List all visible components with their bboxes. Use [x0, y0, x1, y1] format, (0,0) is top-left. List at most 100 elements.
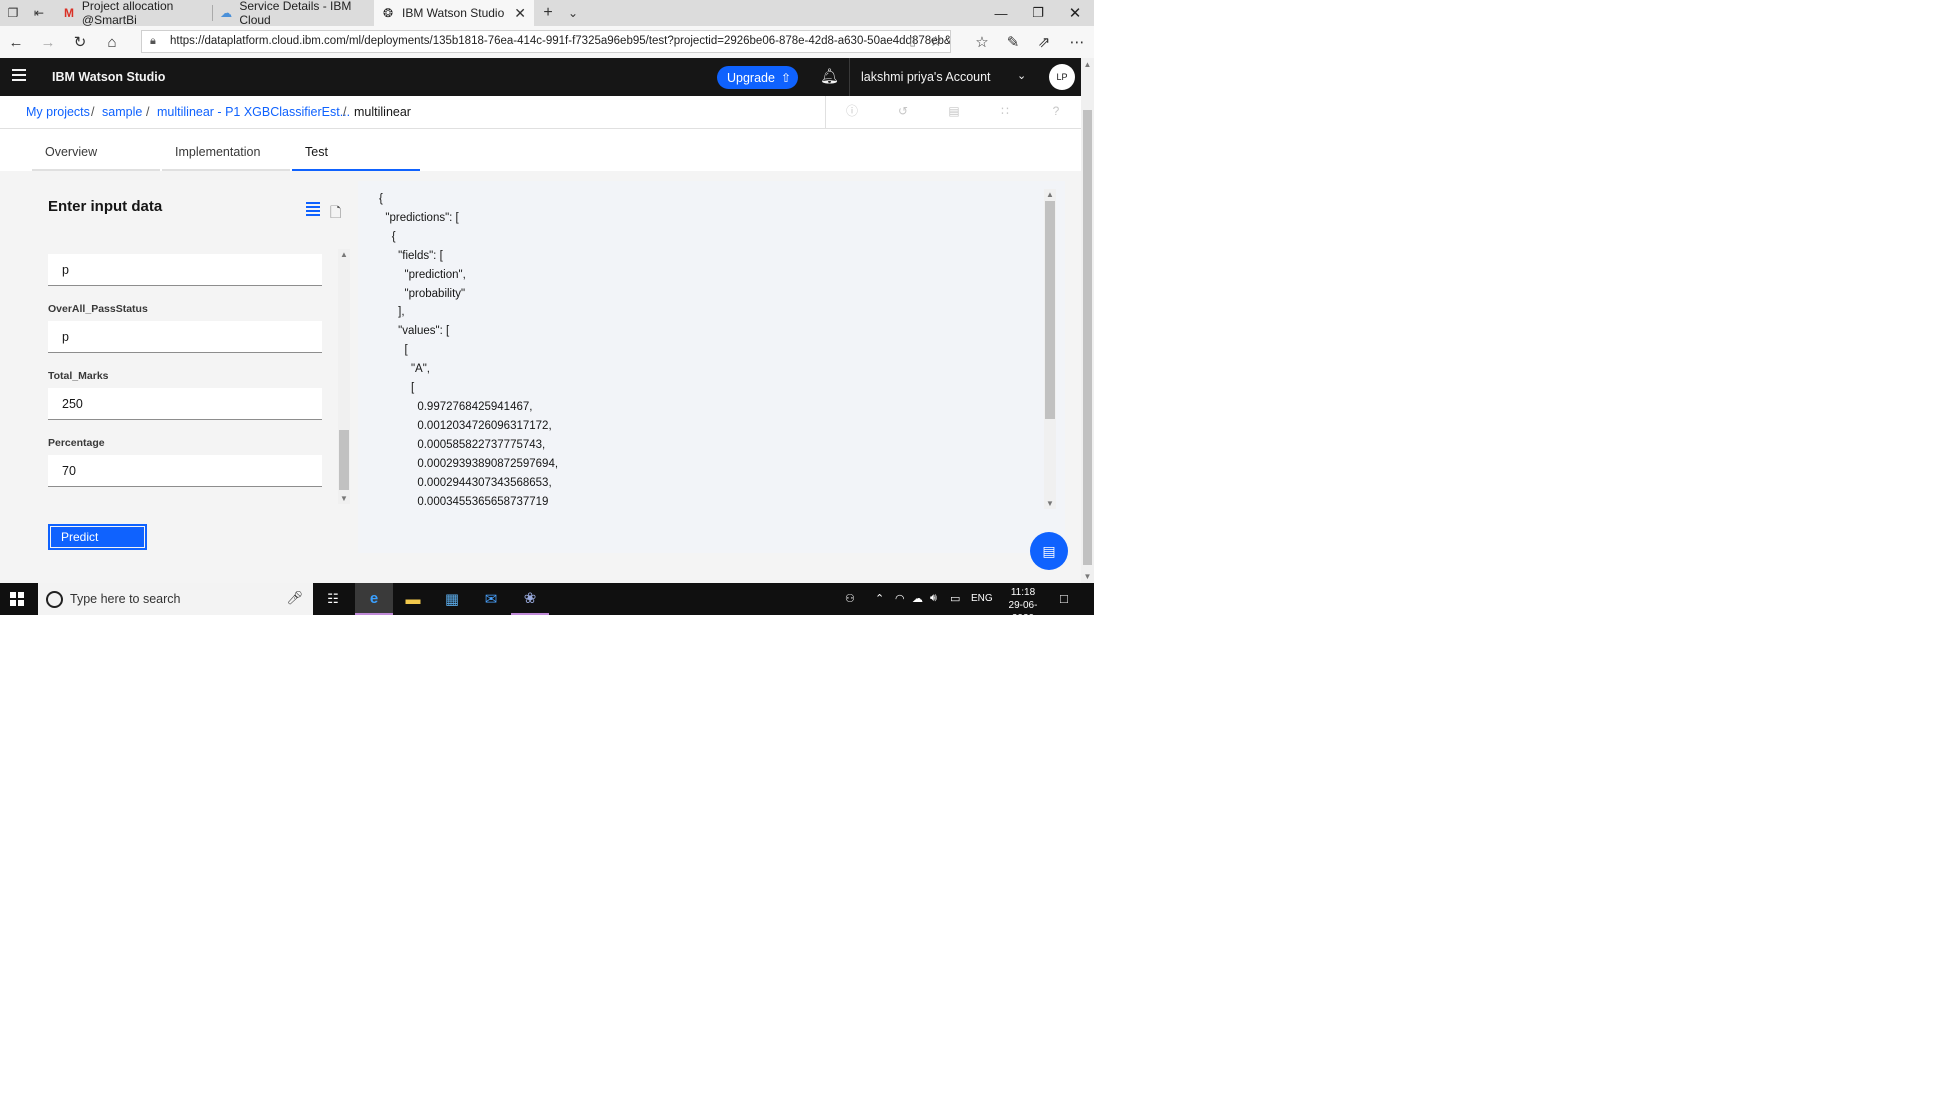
mail-icon[interactable]: ✉	[472, 583, 510, 615]
taskbar-clock[interactable]: 11:18 29-06-2020	[1000, 586, 1046, 615]
new-tab-icon[interactable]: +	[539, 4, 557, 22]
input-panel-title: Enter input data	[48, 198, 163, 215]
info-icon[interactable]: ⓘ	[845, 104, 859, 118]
field-label-percentage: Percentage	[48, 437, 105, 449]
watson-icon: ❂	[382, 6, 394, 20]
tab-overview[interactable]: Overview	[32, 129, 160, 171]
windows-start-icon[interactable]	[10, 592, 24, 606]
input-panel-scrollbar[interactable]: ▲ ▼	[338, 249, 350, 504]
upgrade-arrow-icon: ⇧	[780, 70, 792, 85]
back-icon[interactable]: ←	[5, 32, 27, 52]
wifi-icon[interactable]: ◠	[895, 592, 905, 605]
scroll-down-icon[interactable]: ▼	[338, 494, 350, 503]
browser-tab-watson-studio[interactable]: ❂ IBM Watson Studio ✕	[374, 0, 534, 26]
forward-icon[interactable]: →	[37, 32, 59, 52]
browser-tab-gmail[interactable]: M Project allocation @SmartBi	[56, 0, 212, 27]
input-field-1[interactable]: p	[48, 254, 322, 286]
language-indicator[interactable]: ENG	[971, 593, 993, 604]
json-file-icon[interactable]: 🗋︎	[330, 202, 341, 226]
paint-icon[interactable]: ❀	[511, 583, 549, 615]
hamburger-menu-icon[interactable]	[12, 69, 26, 81]
browser-toolbar: ← → ↻ ⌂ 🔒︎ https://dataplatform.cloud.ib…	[0, 26, 1094, 59]
breadcrumb-separator: /	[146, 105, 150, 119]
close-window-icon[interactable]: ✕	[1057, 0, 1093, 26]
scroll-down-icon[interactable]: ▼	[1081, 572, 1094, 581]
breadcrumb-separator: /	[91, 105, 95, 119]
minimize-icon[interactable]: —	[983, 0, 1019, 26]
form-view-icon[interactable]	[306, 202, 320, 216]
gmail-icon: M	[63, 6, 74, 20]
windows-taskbar: Type here to search 🎤︎ ☷ e ▬ ▦ ✉ ❀ ⚇ ⌃ ◠…	[0, 583, 1094, 615]
account-switcher[interactable]: lakshmi priya's Account	[861, 58, 991, 96]
file-explorer-icon[interactable]: ▬	[394, 583, 432, 615]
tab-test[interactable]: Test	[292, 129, 420, 171]
app-brand[interactable]: IBM Watson Studio	[52, 58, 165, 96]
reading-view-icon[interactable]: ▯	[909, 31, 916, 52]
more-icon[interactable]: ⋯	[1066, 32, 1088, 52]
share-icon[interactable]: ⇗	[1033, 32, 1055, 52]
predict-button[interactable]: Predict	[48, 524, 147, 550]
battery-icon[interactable]: ▭	[950, 592, 960, 605]
page-scrollbar[interactable]: ▲ ▼	[1081, 58, 1094, 583]
header-divider	[849, 58, 850, 96]
pen-icon[interactable]: ✎	[1002, 32, 1024, 52]
notifications-bell-icon[interactable]: 🔔︎	[820, 67, 839, 85]
favorites-list-icon[interactable]: ☆	[971, 32, 993, 52]
scrollbar-thumb[interactable]	[1083, 110, 1092, 565]
breadcrumb: My projects / sample / multilinear - P1 …	[0, 96, 1081, 129]
chat-icon[interactable]: ▤	[1030, 532, 1068, 570]
integrations-icon[interactable]: ∷	[998, 104, 1012, 118]
set-aside-tabs-icon[interactable]: ⇤	[30, 4, 48, 22]
total-marks-input[interactable]: 250	[48, 388, 322, 420]
scroll-up-icon[interactable]: ▲	[1044, 190, 1056, 199]
page-tool-icons: ⓘ ↺ ▤ ∷ ?	[825, 96, 1082, 128]
breadcrumb-separator: /	[343, 105, 347, 119]
people-icon[interactable]: ⚇	[845, 592, 855, 605]
favorite-star-icon[interactable]: ☆	[929, 31, 942, 52]
output-scrollbar[interactable]: ▲ ▼	[1044, 189, 1056, 509]
help-icon[interactable]: ?	[1049, 104, 1063, 118]
address-bar[interactable]: 🔒︎ https://dataplatform.cloud.ibm.com/ml…	[141, 30, 951, 53]
scroll-up-icon[interactable]: ▲	[1081, 60, 1094, 69]
close-tab-icon[interactable]: ✕	[514, 5, 526, 22]
percentage-input[interactable]: 70	[48, 455, 322, 487]
store-icon[interactable]: ▦	[433, 583, 471, 615]
action-center-icon[interactable]: □	[1060, 591, 1068, 606]
breadcrumb-my-projects[interactable]: My projects	[26, 96, 90, 128]
taskbar-search[interactable]: Type here to search 🎤︎	[38, 583, 313, 615]
history-icon[interactable]: ↺	[896, 104, 910, 118]
volume-icon[interactable]: 🔊︎	[930, 592, 937, 605]
onedrive-icon[interactable]: ☁	[912, 592, 923, 605]
refresh-icon[interactable]: ↻	[69, 32, 91, 52]
scroll-down-icon[interactable]: ▼	[1044, 499, 1056, 508]
home-icon[interactable]: ⌂	[101, 32, 123, 52]
clock-date: 29-06-2020	[1008, 600, 1038, 615]
tray-chevron-up-icon[interactable]: ⌃	[875, 592, 884, 605]
scrollbar-thumb[interactable]	[339, 430, 349, 490]
tab-actions-icon[interactable]: ❐	[4, 4, 22, 22]
avatar[interactable]: LP	[1049, 64, 1075, 90]
chevron-down-icon[interactable]: ⌄	[1017, 69, 1026, 82]
cortana-circle-icon	[46, 591, 63, 608]
prediction-output: { "predictions": [ { "fields": [ "predic…	[358, 181, 1065, 553]
tab-list-chevron-icon[interactable]: ⌄	[564, 4, 582, 22]
task-view-icon[interactable]: ☷	[314, 583, 352, 615]
scroll-up-icon[interactable]: ▲	[338, 250, 350, 259]
upgrade-button[interactable]: Upgrade ⇧	[717, 66, 798, 89]
clock-time: 11:18	[1010, 587, 1036, 598]
app-header: IBM Watson Studio Upgrade ⇧ 🔔︎ lakshmi p…	[0, 58, 1081, 96]
breadcrumb-sample[interactable]: sample	[102, 96, 142, 128]
restore-icon[interactable]: ❐	[1020, 0, 1056, 26]
scrollbar-thumb[interactable]	[1045, 201, 1055, 419]
overall-pass-status-input[interactable]: p	[48, 321, 322, 353]
comments-icon[interactable]: ▤	[947, 104, 961, 118]
breadcrumb-model[interactable]: multilinear - P1 XGBClassifierEst...	[157, 96, 350, 128]
tab-implementation[interactable]: Implementation	[162, 129, 290, 171]
screen: ❐ ⇤ M Project allocation @SmartBi ☁ Serv…	[0, 0, 1094, 615]
field-label-total-marks: Total_Marks	[48, 370, 109, 382]
test-content: Enter input data 🗋︎ p OverAll_PassStatus…	[0, 171, 1081, 583]
field-label-overall-pass-status: OverAll_PassStatus	[48, 303, 148, 315]
browser-tab-ibm-cloud[interactable]: ☁ Service Details - IBM Cloud	[213, 0, 371, 27]
edge-browser-icon[interactable]: e	[355, 583, 393, 615]
microphone-icon[interactable]: 🎤︎	[286, 590, 303, 606]
